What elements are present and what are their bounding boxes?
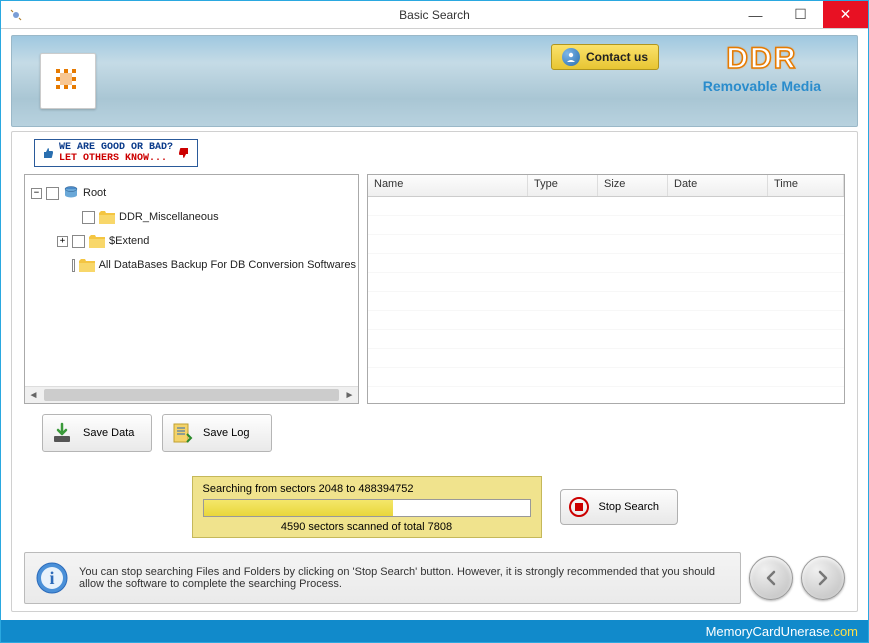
progress-box: Searching from sectors 2048 to 488394752… [192, 476, 542, 538]
tree-checkbox[interactable] [72, 235, 85, 248]
tree-item-label: $Extend [109, 235, 149, 247]
save-data-button[interactable]: Save Data [42, 414, 152, 452]
header-banner: Contact us DDR Removable Media [11, 35, 858, 127]
expand-icon[interactable]: + [57, 236, 68, 247]
promo-line2: LET OTHERS KNOW... [59, 153, 173, 164]
folder-tree-panel[interactable]: − Root DDR_Miscellaneous + [24, 174, 359, 404]
tree-item[interactable]: All DataBases Backup For DB Conversion S… [27, 253, 356, 277]
column-header[interactable]: Date [668, 175, 768, 196]
footer: MemoryCardUnerase.com [1, 620, 868, 642]
folder-icon [89, 235, 105, 248]
window-title: Basic Search [399, 8, 470, 22]
progress-bar-fill [204, 500, 393, 516]
folder-icon [79, 259, 95, 272]
file-list-panel[interactable]: Name Type Size Date Time [367, 174, 845, 404]
tree-root-node[interactable]: − Root [27, 181, 356, 205]
tree-item-label: All DataBases Backup For DB Conversion S… [99, 259, 356, 271]
tree-item[interactable]: + $Extend [27, 229, 356, 253]
list-body [368, 197, 844, 403]
prev-button[interactable] [749, 556, 793, 600]
footer-site[interactable]: MemoryCardUnerase [706, 624, 830, 639]
content-row: − Root DDR_Miscellaneous + [24, 174, 845, 404]
scroll-left-button[interactable]: ◄ [25, 387, 42, 404]
contact-us-button[interactable]: Contact us [551, 44, 659, 70]
promo-box[interactable]: WE ARE GOOD OR BAD? LET OTHERS KNOW... [34, 139, 198, 167]
next-button[interactable] [801, 556, 845, 600]
progress-title: Searching from sectors 2048 to 488394752 [203, 483, 531, 495]
column-header[interactable]: Type [528, 175, 598, 196]
tree-item-label: DDR_Miscellaneous [119, 211, 219, 223]
close-button[interactable]: ✕ [823, 1, 868, 28]
save-log-button[interactable]: Save Log [162, 414, 272, 452]
column-header[interactable]: Size [598, 175, 668, 196]
stop-icon [569, 497, 589, 517]
app-icon [5, 4, 27, 26]
scroll-right-button[interactable]: ► [341, 387, 358, 404]
progress-bar [203, 499, 531, 517]
thumbs-up-icon [41, 146, 55, 160]
progress-section: Searching from sectors 2048 to 488394752… [12, 476, 857, 538]
main-canvas: WE ARE GOOD OR BAD? LET OTHERS KNOW... −… [11, 131, 858, 612]
tree-checkbox[interactable] [72, 259, 75, 272]
info-box: i You can stop searching Files and Folde… [24, 552, 741, 604]
info-icon: i [35, 561, 69, 595]
info-text: You can stop searching Files and Folders… [79, 566, 730, 590]
thumbs-down-icon [177, 146, 191, 160]
maximize-button[interactable]: ☐ [778, 1, 823, 28]
stop-search-label: Stop Search [599, 501, 660, 513]
minimize-button[interactable]: — [733, 1, 778, 28]
tree-checkbox[interactable] [46, 187, 59, 200]
save-log-label: Save Log [203, 427, 249, 439]
tree-scrollbar[interactable]: ◄ ► [25, 386, 358, 403]
column-header[interactable]: Name [368, 175, 528, 196]
window-controls: — ☐ ✕ [733, 1, 868, 28]
tree-root-label: Root [83, 187, 106, 199]
contact-avatar-icon [562, 48, 580, 66]
save-data-label: Save Data [83, 427, 134, 439]
save-log-icon [171, 422, 193, 444]
brand-block: DDR Removable Media [703, 42, 821, 94]
stop-search-button[interactable]: Stop Search [560, 489, 678, 525]
progress-subtitle: 4590 sectors scanned of total 7808 [203, 521, 531, 533]
tree-item[interactable]: DDR_Miscellaneous [27, 205, 356, 229]
app-window: Basic Search — ☐ ✕ Contact us DDR Remova… [0, 0, 869, 643]
column-header[interactable]: Time [768, 175, 844, 196]
folder-icon [99, 211, 115, 224]
collapse-icon[interactable]: − [31, 188, 42, 199]
brand-subtitle: Removable Media [703, 78, 821, 94]
save-data-icon [51, 422, 73, 444]
contact-us-label: Contact us [586, 50, 648, 64]
list-header: Name Type Size Date Time [368, 175, 844, 197]
scroll-thumb[interactable] [44, 389, 339, 401]
info-row: i You can stop searching Files and Folde… [24, 552, 845, 604]
action-buttons: Save Data Save Log [42, 414, 857, 452]
promo-line1: WE ARE GOOD OR BAD? [59, 142, 173, 153]
tree-checkbox[interactable] [82, 211, 95, 224]
brand-title: DDR [703, 42, 821, 76]
svg-text:i: i [49, 568, 54, 588]
app-badge [40, 53, 96, 109]
promo-bar: WE ARE GOOD OR BAD? LET OTHERS KNOW... [34, 140, 857, 166]
titlebar: Basic Search — ☐ ✕ [1, 1, 868, 29]
drive-icon [63, 185, 79, 201]
footer-tld: .com [830, 624, 858, 639]
